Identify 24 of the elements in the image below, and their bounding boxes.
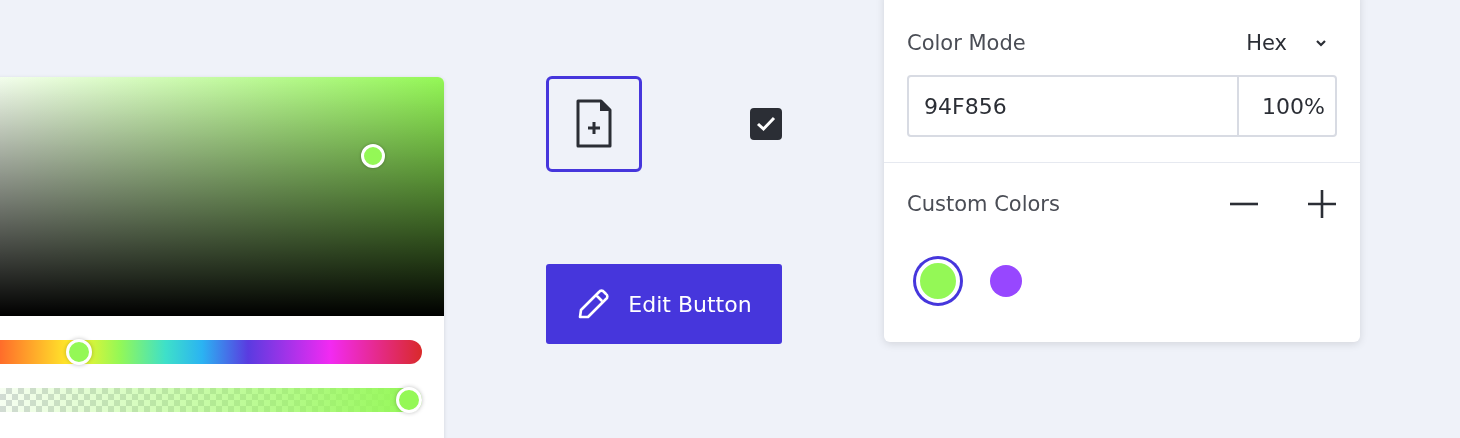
hue-slider[interactable]	[0, 340, 422, 364]
minus-icon	[1229, 202, 1259, 206]
opacity-handle[interactable]	[396, 387, 422, 413]
plus-icon	[1307, 189, 1337, 219]
chevron-down-icon	[1315, 39, 1327, 47]
edit-button[interactable]: Edit Button	[546, 264, 782, 344]
opacity-slider[interactable]	[0, 388, 422, 412]
hex-input-field[interactable]: 94F856	[907, 75, 1239, 137]
hue-handle[interactable]	[66, 339, 93, 365]
new-file-button[interactable]	[546, 76, 642, 172]
checkmark-icon	[756, 116, 776, 132]
color-swatch[interactable]	[916, 259, 960, 303]
color-mode-select[interactable]: Hex	[1246, 31, 1337, 55]
color-handle[interactable]	[361, 144, 385, 168]
checkbox[interactable]	[750, 108, 782, 140]
saturation-area[interactable]	[0, 77, 444, 316]
file-plus-icon	[575, 99, 613, 149]
custom-colors-label: Custom Colors	[907, 192, 1060, 216]
color-swatch[interactable]	[990, 265, 1022, 297]
pencil-icon	[576, 287, 611, 321]
remove-color-button[interactable]	[1229, 202, 1259, 206]
add-color-button[interactable]	[1307, 189, 1337, 219]
opacity-input-field[interactable]: 100%	[1237, 75, 1337, 137]
color-mode-label: Color Mode	[907, 31, 1026, 55]
